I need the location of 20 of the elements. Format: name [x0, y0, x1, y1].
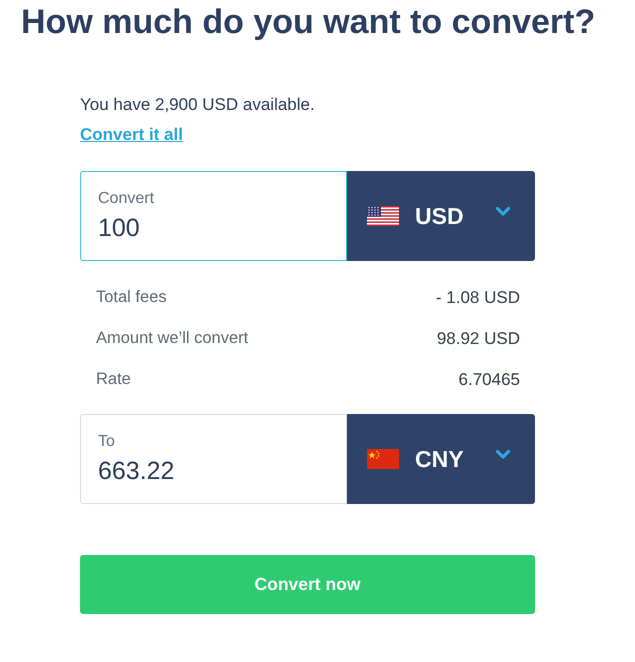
- currency-dropdown[interactable]: CNY: [347, 414, 535, 504]
- amount-field[interactable]: Convert 100: [80, 171, 347, 261]
- field-label: To: [98, 432, 115, 452]
- detail-label: Amount we’ll convert: [96, 328, 248, 350]
- flag-icon: [367, 449, 399, 469]
- chevron-down-icon: [496, 450, 510, 458]
- chevron-down-icon: [496, 206, 510, 216]
- amount-value: 100: [98, 213, 140, 243]
- balance-text: You have 2,900 USD available.: [80, 94, 315, 116]
- detail-value: 6.70465: [458, 368, 520, 391]
- amount-field[interactable]: To 663.22: [80, 414, 347, 504]
- detail-value: 98.92 USD: [436, 328, 520, 350]
- detail-label: Rate: [96, 369, 131, 390]
- amount-value: 663.22: [98, 456, 174, 486]
- field-label: Convert: [98, 189, 154, 209]
- currency-dropdown[interactable]: USD: [347, 171, 535, 261]
- detail-label: Total fees: [96, 287, 167, 308]
- detail-value: - 1.08 USD: [436, 286, 520, 309]
- page-title: How much do you want to convert?: [21, 2, 596, 42]
- flag-icon: [367, 206, 399, 226]
